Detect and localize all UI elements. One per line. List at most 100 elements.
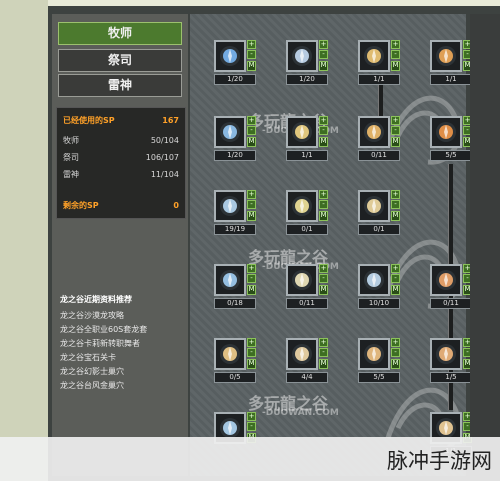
skill-minus-button[interactable]: - (319, 348, 328, 357)
recommend-title: 龙之谷近期资料推荐 (60, 295, 132, 304)
window-right-edge (470, 14, 500, 437)
skill-icon-frame[interactable] (286, 190, 318, 222)
skill-max-button[interactable]: M (319, 61, 328, 71)
skill-plus-button[interactable]: + (391, 190, 400, 199)
skill-icon-frame[interactable] (214, 40, 246, 72)
skill-plus-button[interactable]: + (319, 190, 328, 199)
skill-icon-frame[interactable] (286, 338, 318, 370)
skill-minus-button[interactable]: - (247, 274, 256, 283)
skill-slot[interactable]: + - M 1/20 (286, 40, 332, 92)
skill-plus-button[interactable]: + (247, 190, 256, 199)
skill-plus-button[interactable]: + (247, 338, 256, 347)
skill-plus-button[interactable]: + (319, 116, 328, 125)
burst-icon (364, 46, 384, 66)
skill-slot[interactable]: + - M 0/18 (214, 264, 260, 316)
skill-icon-frame[interactable] (286, 264, 318, 296)
spark-icon (292, 122, 312, 142)
skill-minus-button[interactable]: - (247, 200, 256, 209)
skill-minus-button[interactable]: - (247, 422, 256, 431)
skill-icon-frame[interactable] (430, 40, 462, 72)
tab-class-priest[interactable]: 牧师 (58, 22, 182, 45)
skill-minus-button[interactable]: - (391, 200, 400, 209)
skill-max-button[interactable]: M (247, 61, 256, 71)
skill-plus-button[interactable]: + (319, 264, 328, 273)
skill-max-button[interactable]: M (391, 285, 400, 295)
skill-max-button[interactable]: M (247, 285, 256, 295)
skill-max-button[interactable]: M (319, 359, 328, 369)
skill-icon-frame[interactable] (358, 264, 390, 296)
skill-icon-frame[interactable] (214, 116, 246, 148)
skill-icon-frame[interactable] (430, 338, 462, 370)
skill-slot[interactable]: + - M 10/10 (358, 264, 404, 316)
skill-icon-frame[interactable] (430, 116, 462, 148)
skill-minus-button[interactable]: - (319, 274, 328, 283)
skill-max-button[interactable]: M (247, 137, 256, 147)
skill-max-button[interactable]: M (247, 359, 256, 369)
skill-minus-button[interactable]: - (391, 126, 400, 135)
skill-slot[interactable]: + - M 5/5 (358, 338, 404, 390)
skill-plus-button[interactable]: + (247, 264, 256, 273)
skill-minus-button[interactable]: - (391, 274, 400, 283)
skill-controls: +- M (247, 40, 256, 72)
skill-minus-button[interactable]: - (319, 200, 328, 209)
skill-minus-button[interactable]: - (391, 50, 400, 59)
skill-icon-frame[interactable] (214, 338, 246, 370)
skill-max-button[interactable]: M (319, 137, 328, 147)
skill-minus-button[interactable]: - (247, 348, 256, 357)
tab-class-saint[interactable]: 祭司 (58, 49, 182, 72)
recommend-link[interactable]: 龙之谷台风金巢穴 (60, 380, 124, 391)
halo-icon (292, 270, 312, 290)
skill-icon-frame[interactable] (214, 264, 246, 296)
skill-icon-frame[interactable] (286, 116, 318, 148)
skill-slot[interactable]: +- M 1/1 (286, 116, 332, 168)
skill-plus-button[interactable]: + (319, 40, 328, 49)
skill-plus-button[interactable]: + (319, 338, 328, 347)
skill-icon-frame[interactable] (286, 40, 318, 72)
skill-minus-button[interactable]: - (247, 126, 256, 135)
skill-slot[interactable]: +- M 1/1 (358, 40, 404, 92)
skill-plus-button[interactable]: + (391, 338, 400, 347)
skill-plus-button[interactable]: + (247, 412, 256, 421)
skill-max-button[interactable]: M (391, 359, 400, 369)
recommend-link[interactable]: 龙之谷卡莉新转职舞者 (60, 338, 140, 349)
skill-minus-button[interactable]: - (319, 50, 328, 59)
skill-slot[interactable]: + - M 19/19 (214, 190, 260, 242)
recommend-link[interactable]: 龙之谷沙漠龙攻略 (60, 310, 124, 321)
tab-class-thor[interactable]: 雷神 (58, 74, 182, 97)
skill-icon-frame[interactable] (358, 40, 390, 72)
skill-slot[interactable]: + - M 1/20 (214, 40, 260, 92)
skill-max-button[interactable]: M (391, 61, 400, 71)
skill-minus-button[interactable]: - (391, 348, 400, 357)
skill-plus-button[interactable]: + (247, 116, 256, 125)
skill-plus-button[interactable]: + (391, 264, 400, 273)
skill-icon-frame[interactable] (358, 338, 390, 370)
skill-max-button[interactable]: M (319, 211, 328, 221)
skill-plus-button[interactable]: + (391, 40, 400, 49)
recommend-link[interactable]: 龙之谷全职业60S套龙套 (60, 324, 147, 335)
skill-controls: +- M (319, 190, 328, 222)
skill-max-button[interactable]: M (391, 137, 400, 147)
skill-slot[interactable]: + - M 0/11 (286, 264, 332, 316)
skill-level: 1/5 (430, 372, 472, 383)
skill-slot[interactable]: + - M 0/1 (358, 190, 404, 242)
skill-slot[interactable]: + - M 4/4 (286, 338, 332, 390)
recommend-link[interactable]: 龙之谷幻影士巢穴 (60, 366, 124, 377)
skill-max-button[interactable]: M (319, 285, 328, 295)
skill-icon-frame[interactable] (358, 116, 390, 148)
skill-slot[interactable]: + - M 0/1 (286, 190, 332, 242)
skill-plus-button[interactable]: + (391, 116, 400, 125)
skill-icon-frame[interactable] (214, 190, 246, 222)
skill-slot[interactable]: + - M 0/5 (214, 338, 260, 390)
sp-remain-row: 剩余的SP 0 (63, 200, 179, 212)
skill-slot[interactable]: + - M 0/11 (358, 116, 404, 168)
skill-icon-frame[interactable] (358, 190, 390, 222)
skill-minus-button[interactable]: - (319, 126, 328, 135)
recommend-link[interactable]: 龙之谷宝石关卡 (60, 352, 116, 363)
skill-plus-button[interactable]: + (247, 40, 256, 49)
skill-controls: +- M (391, 264, 400, 296)
skill-icon-frame[interactable] (430, 264, 462, 296)
skill-max-button[interactable]: M (247, 211, 256, 221)
skill-slot[interactable]: + - M 1/20 (214, 116, 260, 168)
skill-minus-button[interactable]: - (247, 50, 256, 59)
skill-max-button[interactable]: M (391, 211, 400, 221)
